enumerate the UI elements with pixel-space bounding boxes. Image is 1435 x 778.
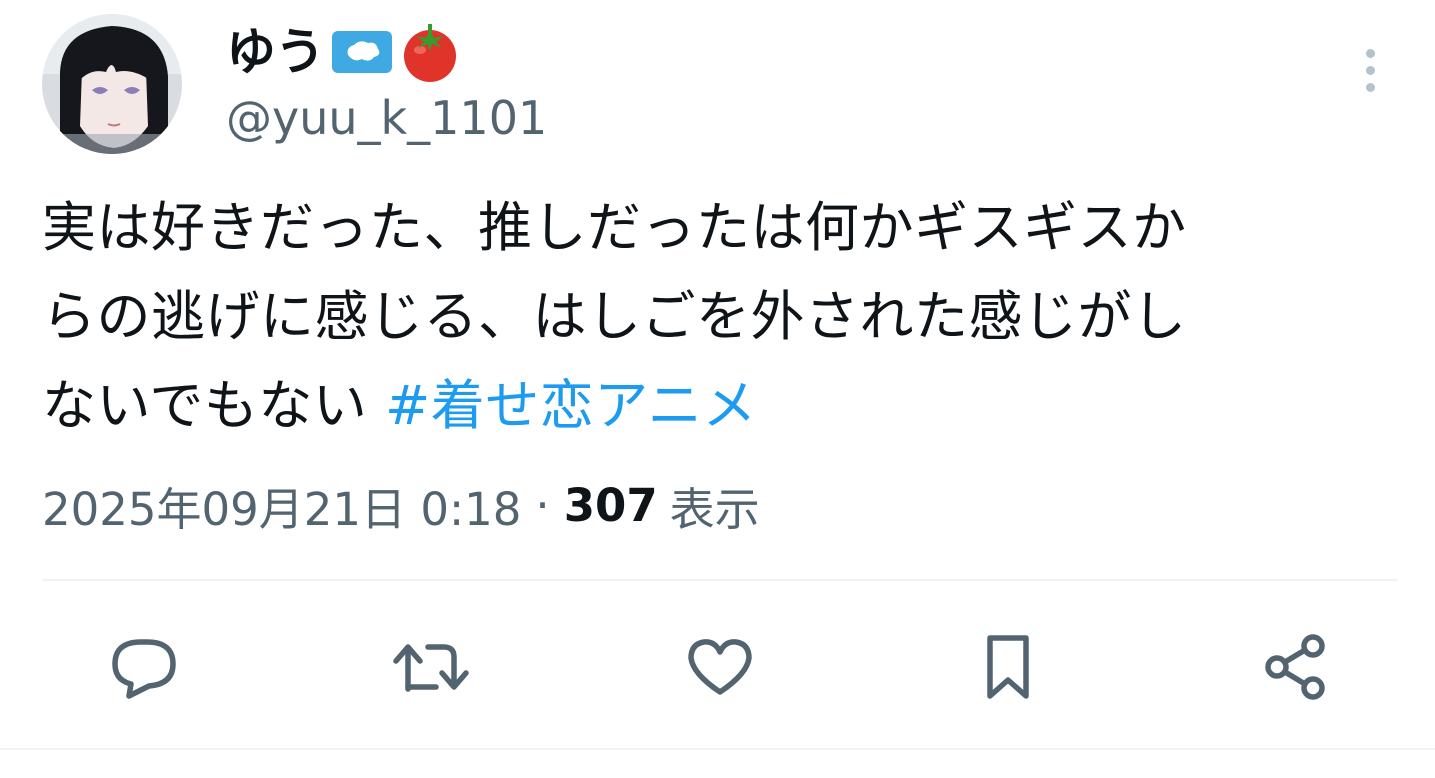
share-icon: [1265, 634, 1325, 700]
hashtag-link[interactable]: #着せ恋アニメ: [385, 374, 757, 437]
bookmark-icon: [987, 635, 1029, 699]
tomato-icon: [398, 20, 462, 84]
more-dot-icon: [1365, 65, 1375, 75]
display-name[interactable]: ゆう: [226, 20, 325, 84]
meta-separator: ·: [535, 478, 550, 532]
tweet-text-line: 実は好きだった、推しだったは何かギスギスか: [42, 196, 1187, 259]
tweet-meta: 2025年09月21日 0:18 · 307 表示: [42, 470, 760, 540]
tweet-text-line: ないでもない: [42, 374, 386, 437]
timestamp[interactable]: 2025年09月21日 0:18: [42, 473, 521, 538]
like-icon: [688, 639, 752, 695]
user-handle[interactable]: @yuu_k_1101: [226, 88, 547, 148]
like-button[interactable]: [680, 627, 760, 707]
views-count: 307: [563, 478, 658, 532]
tweet-text-line-last: ないでもない #着せ恋アニメ: [42, 361, 1402, 450]
more-dot-icon: [1365, 82, 1375, 92]
retweet-button[interactable]: [392, 627, 472, 707]
tweet-text-line: らの逃げに感じる、はしごを外された感じがし: [42, 285, 1187, 348]
bottom-divider: [0, 748, 1435, 750]
retweet-icon: [393, 644, 469, 692]
more-options-button[interactable]: [1350, 40, 1390, 100]
more-dot-icon: [1365, 48, 1375, 58]
tweet-text: 実は好きだった、推しだったは何かギスギスか らの逃げに感じる、はしごを外された感…: [42, 183, 1402, 450]
antarctica-flag-icon: [330, 29, 394, 75]
reply-button[interactable]: [104, 627, 184, 707]
share-button[interactable]: [1256, 627, 1336, 707]
display-name-row[interactable]: ゆう: [226, 20, 462, 84]
avatar[interactable]: [42, 14, 182, 154]
divider: [42, 579, 1398, 581]
bookmark-button[interactable]: [968, 627, 1048, 707]
reply-icon: [112, 639, 176, 699]
views-label: 表示: [669, 482, 760, 536]
tweet-card: ゆう @yuu_k_1101 実は好きだった、推しだったは何かギスギスか らの逃…: [0, 0, 1435, 778]
